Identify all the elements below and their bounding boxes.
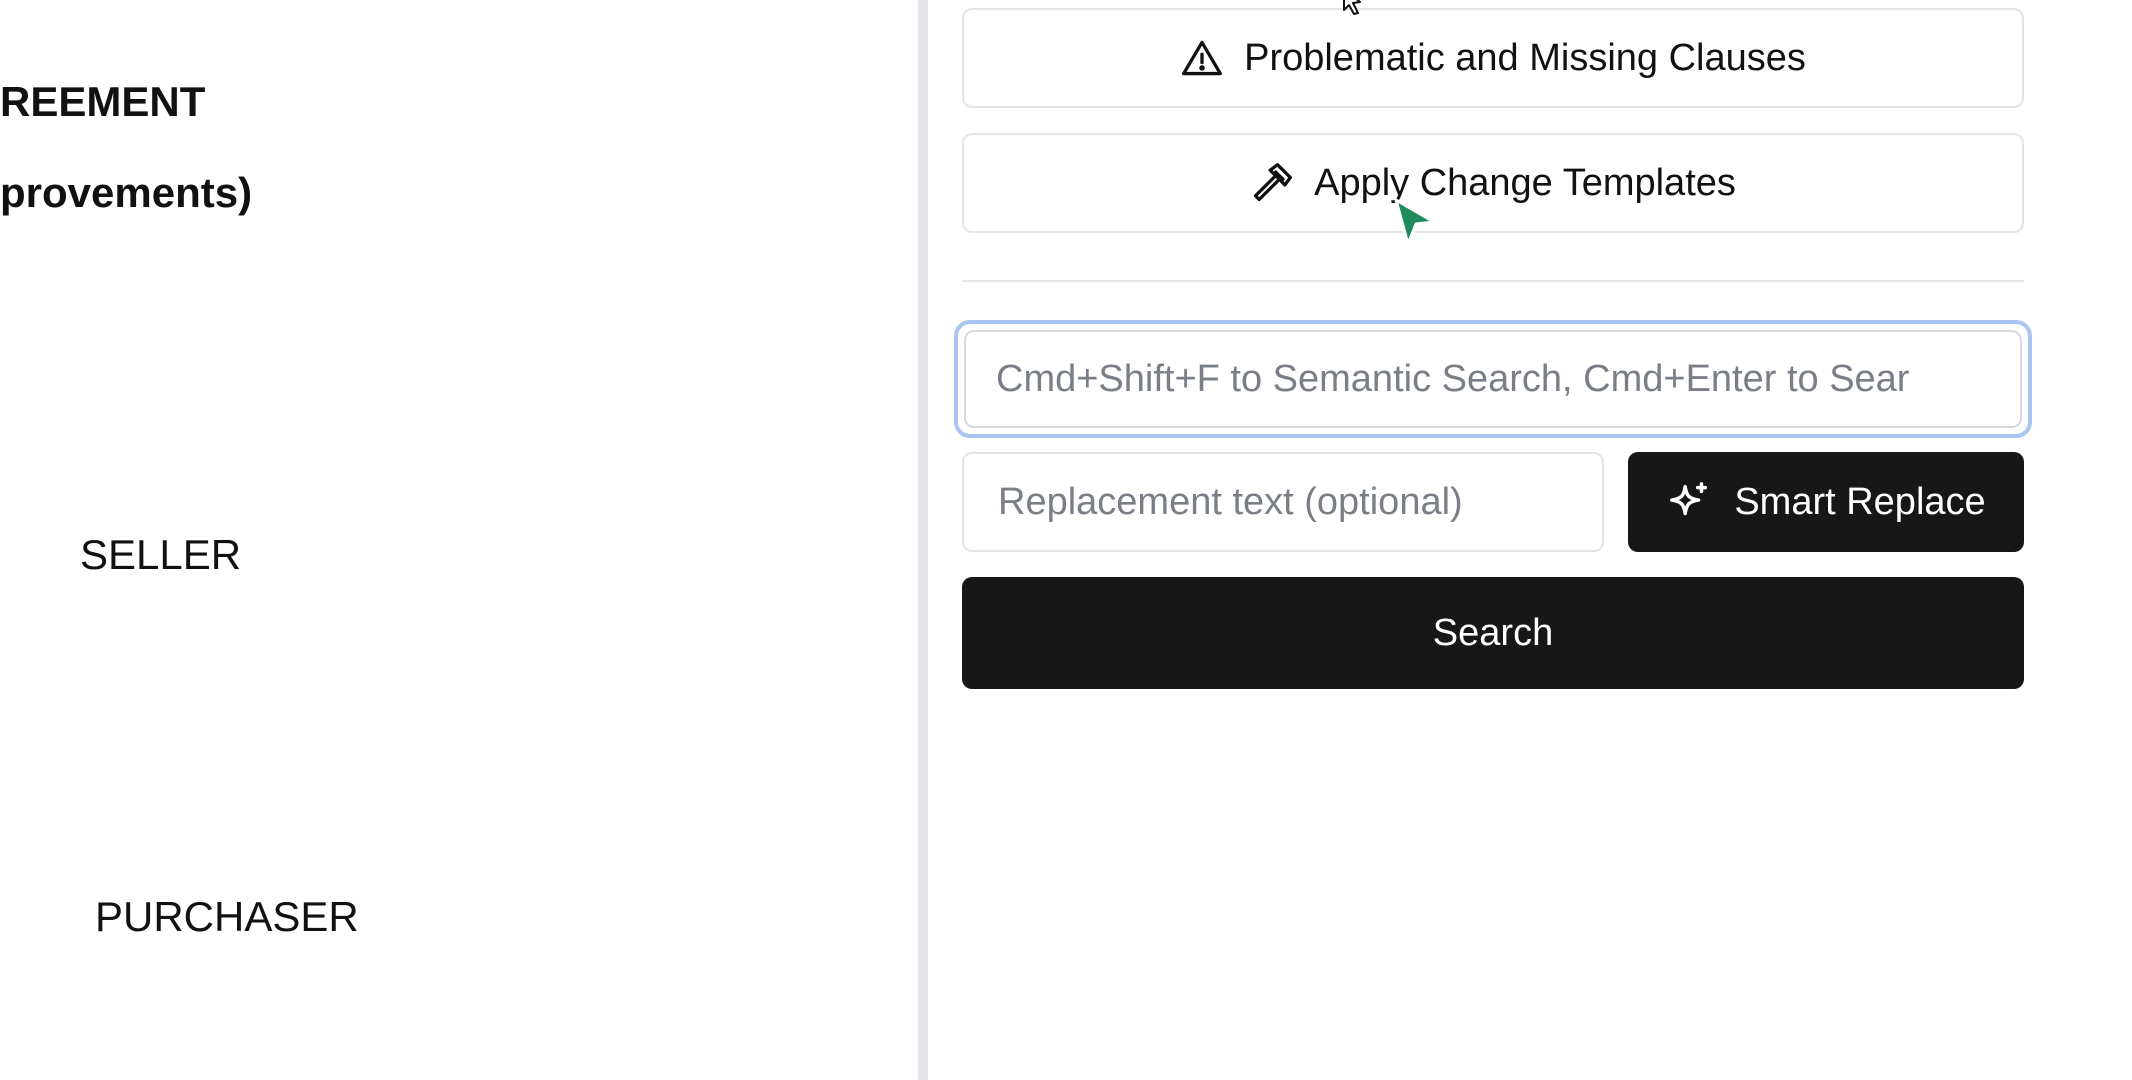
apply-change-templates-button[interactable]: Apply Change Templates	[962, 133, 2024, 233]
cursor-pointer-icon	[1392, 196, 1438, 258]
mouse-cursor-icon	[1340, 0, 1376, 16]
smart-replace-button[interactable]: Smart Replace	[1628, 452, 2024, 552]
apply-change-templates-label: Apply Change Templates	[1314, 161, 1736, 204]
document-title-line-1: REEMENT	[0, 78, 206, 125]
warning-triangle-icon	[1180, 36, 1224, 80]
replacement-text-input[interactable]	[962, 452, 1604, 552]
semantic-search-input[interactable]	[964, 330, 2022, 428]
search-button[interactable]: Search	[962, 577, 2024, 689]
panel-divider[interactable]	[918, 0, 928, 1080]
purchaser-label: PURCHASER	[95, 893, 359, 940]
section-separator	[962, 280, 2024, 282]
sparkles-icon	[1666, 479, 1712, 525]
search-panel: Problematic and Missing Clauses Apply Ch…	[928, 0, 2132, 1080]
hammer-icon	[1250, 161, 1294, 205]
smart-replace-label: Smart Replace	[1734, 480, 1986, 523]
seller-label: SELLER	[80, 531, 242, 578]
document-title-line-2: provements)	[0, 169, 253, 216]
problematic-missing-clauses-button[interactable]: Problematic and Missing Clauses	[962, 8, 2024, 108]
document-view: REEMENT provements) SELLER PURCHASER	[0, 0, 918, 1080]
search-field-focus-ring	[954, 320, 2032, 438]
problematic-missing-clauses-label: Problematic and Missing Clauses	[1244, 36, 1806, 79]
search-button-label: Search	[1432, 611, 1554, 654]
